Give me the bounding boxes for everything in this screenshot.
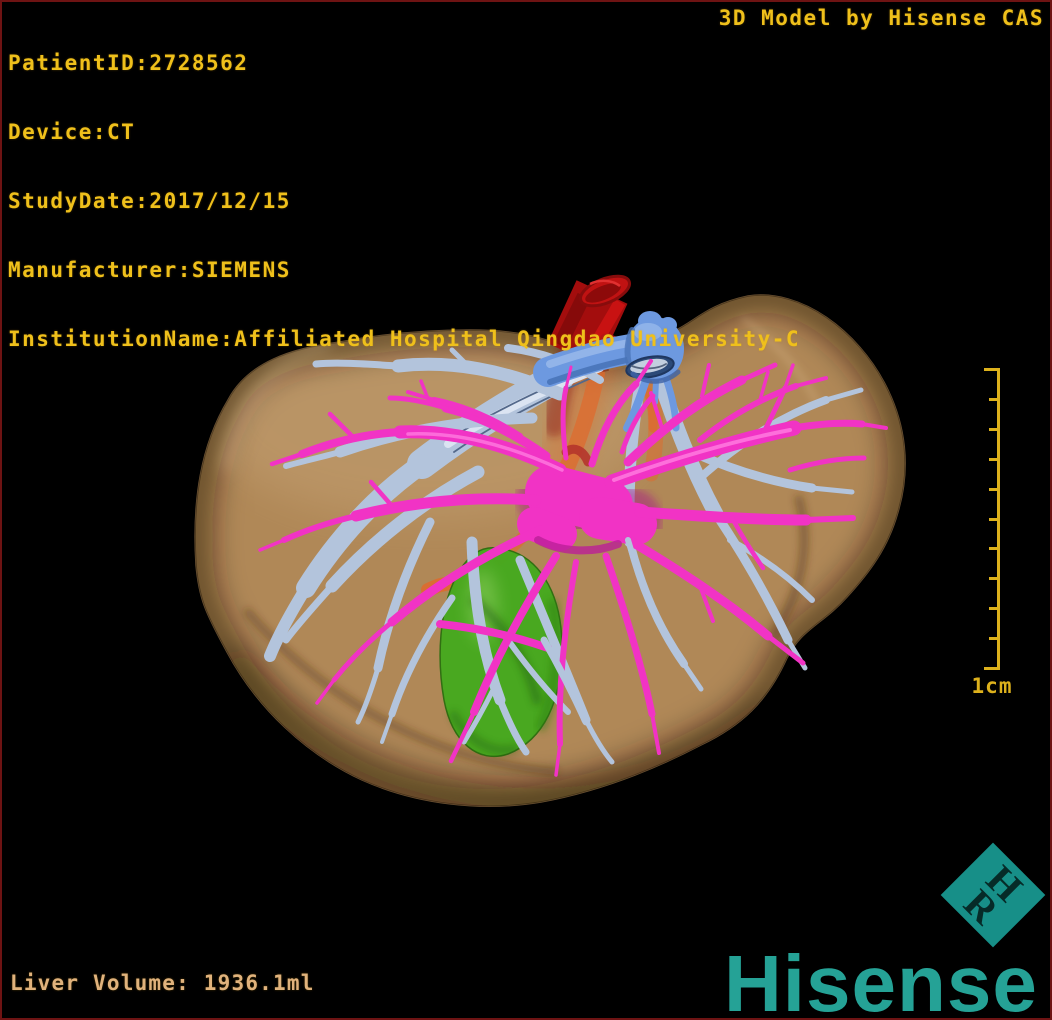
viewer-canvas[interactable]: PatientID:2728562 Device:CT StudyDate:20… — [0, 0, 1052, 1020]
patient-info-overlay: PatientID:2728562 Device:CT StudyDate:20… — [8, 6, 800, 397]
institution-line: InstitutionName:Affiliated Hospital Qing… — [8, 327, 801, 351]
liver-volume-readout: Liver Volume: 1936.1ml — [10, 971, 315, 995]
scale-bar-tick — [989, 488, 998, 491]
device-line: Device:CT — [8, 120, 136, 144]
patient-id-line: PatientID:2728562 — [8, 51, 249, 75]
watermark-text: 3D Model by Hisense CAS — [718, 6, 1044, 30]
scale-bar-tick — [989, 428, 998, 431]
scale-bar-tick — [989, 607, 998, 610]
hisense-logo: Hisense — [724, 939, 1038, 1020]
scale-bar-tick — [984, 667, 998, 670]
scale-bar-tick — [989, 637, 998, 640]
scale-bar-tick — [989, 398, 998, 401]
scale-bar-tick — [989, 518, 998, 521]
badge-letter-r: R — [955, 880, 1008, 933]
manufacturer-line: Manufacturer:SIEMENS — [8, 258, 291, 282]
scale-bar-label: 1cm — [971, 674, 1013, 698]
study-date-line: StudyDate:2017/12/15 — [8, 189, 291, 213]
scale-bar: 1cm — [972, 368, 1011, 698]
scale-bar-tick — [989, 458, 998, 461]
scale-bar-tick — [984, 368, 998, 371]
scale-bar-tick — [989, 547, 998, 550]
scale-bar-tick — [989, 577, 998, 580]
